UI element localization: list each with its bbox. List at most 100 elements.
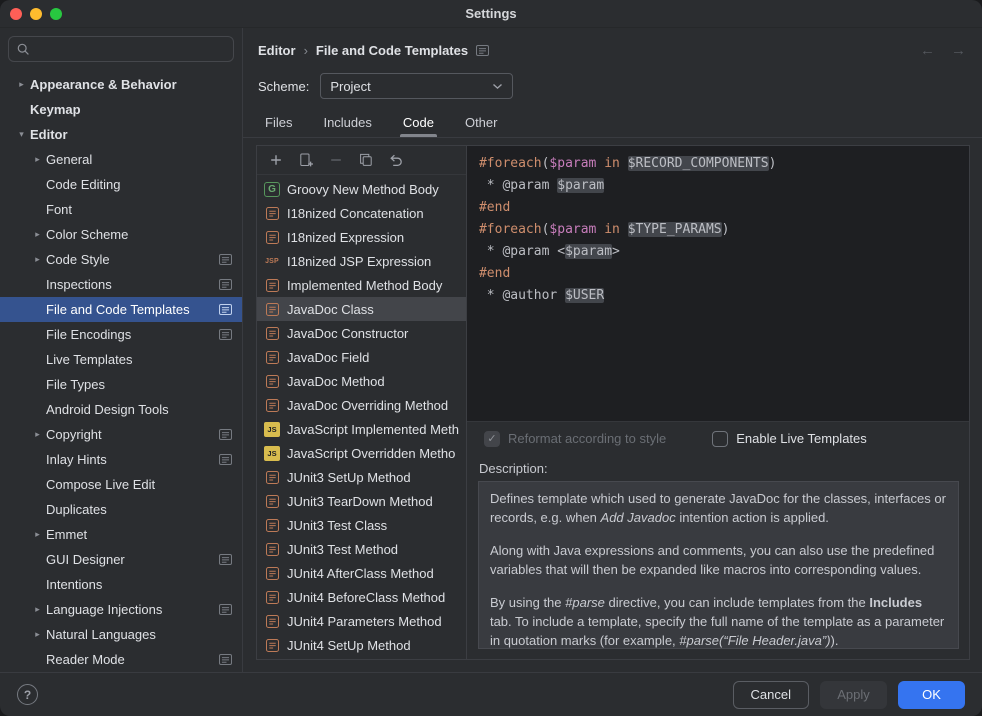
tab-code[interactable]: Code [400,107,437,137]
minimize-window-button[interactable] [30,8,42,20]
settings-search-input[interactable] [8,36,234,62]
sidebar-item-compose-live-edit[interactable]: Compose Live Edit [0,472,242,497]
template-item-implemented-method-body[interactable]: Implemented Method Body [257,273,466,297]
sidebar-item-code-editing[interactable]: Code Editing [0,172,242,197]
sidebar-item-file-encodings[interactable]: File Encodings [0,322,242,347]
sidebar-item-emmet[interactable]: ▸Emmet [0,522,242,547]
sidebar-item-inlay-hints[interactable]: Inlay Hints [0,447,242,472]
file-template-icon [264,637,280,653]
template-item-javascript-overridden-metho[interactable]: JSJavaScript Overridden Metho [257,441,466,465]
sidebar-item-file-types[interactable]: File Types [0,372,242,397]
file-template-icon [264,301,280,317]
sidebar-item-language-injections[interactable]: ▸Language Injections [0,597,242,622]
sidebar-item-label: Copyright [46,427,102,442]
sidebar-item-appearance-behavior[interactable]: ▸Appearance & Behavior [0,72,242,97]
sidebar-item-gui-designer[interactable]: GUI Designer [0,547,242,572]
template-item-i18nized-expression[interactable]: I18nized Expression [257,225,466,249]
chevron-right-icon[interactable]: ▸ [29,229,46,240]
template-item-junit3-test-class[interactable]: JUnit3 Test Class [257,513,466,537]
description-panel: Defines template which used to generate … [478,481,959,649]
settings-tree: ▸Appearance & BehaviorKeymap▾Editor▸Gene… [0,68,242,672]
sidebar-item-label: GUI Designer [46,552,125,567]
chevron-right-icon[interactable]: ▸ [29,529,46,540]
template-item-junit4-parameters-method[interactable]: JUnit4 Parameters Method [257,609,466,633]
groovy-icon: G [264,182,280,197]
sidebar-item-general[interactable]: ▸General [0,147,242,172]
live-templates-checkbox[interactable] [712,431,728,447]
template-item-label: JUnit3 Test Method [287,542,398,557]
cancel-button[interactable]: Cancel [733,681,809,709]
settings-window: Settings ▸Appearance & BehaviorKeymap▾Ed… [0,0,982,716]
description-paragraph: Defines template which used to generate … [490,489,947,527]
chevron-right-icon[interactable]: ▸ [29,154,46,165]
create-template-button[interactable] [265,149,287,171]
remove-template-button[interactable] [325,149,347,171]
sidebar-item-keymap[interactable]: Keymap [0,97,242,122]
sidebar-item-font[interactable]: Font [0,197,242,222]
file-template-icon [264,349,280,365]
template-item-javadoc-class[interactable]: JavaDoc Class [257,297,466,321]
template-item-junit4-setup-method[interactable]: JUnit4 SetUp Method [257,633,466,657]
template-item-junit4-beforeclass-method[interactable]: JUnit4 BeforeClass Method [257,585,466,609]
chevron-right-icon[interactable]: ▸ [13,79,30,90]
template-item-label: Groovy New Method Body [287,182,439,197]
sidebar-item-copyright[interactable]: ▸Copyright [0,422,242,447]
javascript-icon: JS [264,422,280,437]
reformat-checkbox[interactable]: ✓ [484,431,500,447]
settings-badge-icon [219,329,232,340]
settings-badge-icon [219,254,232,265]
ok-button[interactable]: OK [898,681,965,709]
copy-template-button[interactable] [355,149,377,171]
template-list-panel: G Groovy New Method Body I18nized Concaten… [257,146,467,659]
settings-body: ▸Appearance & BehaviorKeymap▾Editor▸Gene… [0,28,982,672]
template-editor[interactable]: #foreach($param in $RECORD_COMPONENTS) *… [467,146,969,422]
chevron-right-icon[interactable]: ▸ [29,629,46,640]
file-template-icon [264,541,280,557]
back-button[interactable]: ← [920,42,935,59]
tab-other[interactable]: Other [462,107,501,137]
template-item-javadoc-overriding-method[interactable]: JavaDoc Overriding Method [257,393,466,417]
template-item-junit3-setup-method[interactable]: JUnit3 SetUp Method [257,465,466,489]
apply-button[interactable]: Apply [820,681,887,709]
chevron-right-icon[interactable]: ▸ [29,604,46,615]
sidebar-item-label: General [46,152,92,167]
create-child-template-button[interactable] [295,149,317,171]
sidebar-item-reader-mode[interactable]: Reader Mode [0,647,242,672]
template-item-junit3-test-method[interactable]: JUnit3 Test Method [257,537,466,561]
help-button[interactable]: ? [17,684,38,705]
template-item-label: JUnit4 SetUp Method [287,638,411,653]
template-item-javascript-implemented-meth[interactable]: JSJavaScript Implemented Meth [257,417,466,441]
breadcrumb-parent[interactable]: Editor [258,43,296,58]
forward-button[interactable]: → [951,42,966,59]
scheme-select[interactable]: Project [320,73,513,99]
template-item-groovy-new-method-body[interactable]: G Groovy New Method Body [257,177,466,201]
template-item-junit4-afterclass-method[interactable]: JUnit4 AfterClass Method [257,561,466,585]
reset-to-default-button[interactable] [385,149,407,171]
sidebar-item-intentions[interactable]: Intentions [0,572,242,597]
sidebar-item-file-and-code-templates[interactable]: File and Code Templates [0,297,242,322]
template-item-junit3-teardown-method[interactable]: JUnit3 TearDown Method [257,489,466,513]
chevron-right-icon[interactable]: ▸ [29,429,46,440]
sidebar-item-live-templates[interactable]: Live Templates [0,347,242,372]
sidebar-item-duplicates[interactable]: Duplicates [0,497,242,522]
template-item-javadoc-constructor[interactable]: JavaDoc Constructor [257,321,466,345]
template-item-i18nized-concatenation[interactable]: I18nized Concatenation [257,201,466,225]
description-paragraph: Along with Java expressions and comments… [490,541,947,579]
template-item-javadoc-field[interactable]: JavaDoc Field [257,345,466,369]
chevron-down-icon[interactable]: ▾ [13,129,30,140]
sidebar-item-natural-languages[interactable]: ▸Natural Languages [0,622,242,647]
tab-includes[interactable]: Includes [320,107,374,137]
sidebar-item-inspections[interactable]: Inspections [0,272,242,297]
sidebar-item-label: Inspections [46,277,112,292]
sidebar-item-editor[interactable]: ▾Editor [0,122,242,147]
template-item-label: JavaDoc Field [287,350,369,365]
close-window-button[interactable] [10,8,22,20]
fullscreen-window-button[interactable] [50,8,62,20]
sidebar-item-code-style[interactable]: ▸Code Style [0,247,242,272]
sidebar-item-android-design-tools[interactable]: Android Design Tools [0,397,242,422]
template-item-javadoc-method[interactable]: JavaDoc Method [257,369,466,393]
tab-files[interactable]: Files [262,107,295,137]
chevron-right-icon[interactable]: ▸ [29,254,46,265]
template-item-i18nized-jsp-expression[interactable]: JSPI18nized JSP Expression [257,249,466,273]
sidebar-item-color-scheme[interactable]: ▸Color Scheme [0,222,242,247]
